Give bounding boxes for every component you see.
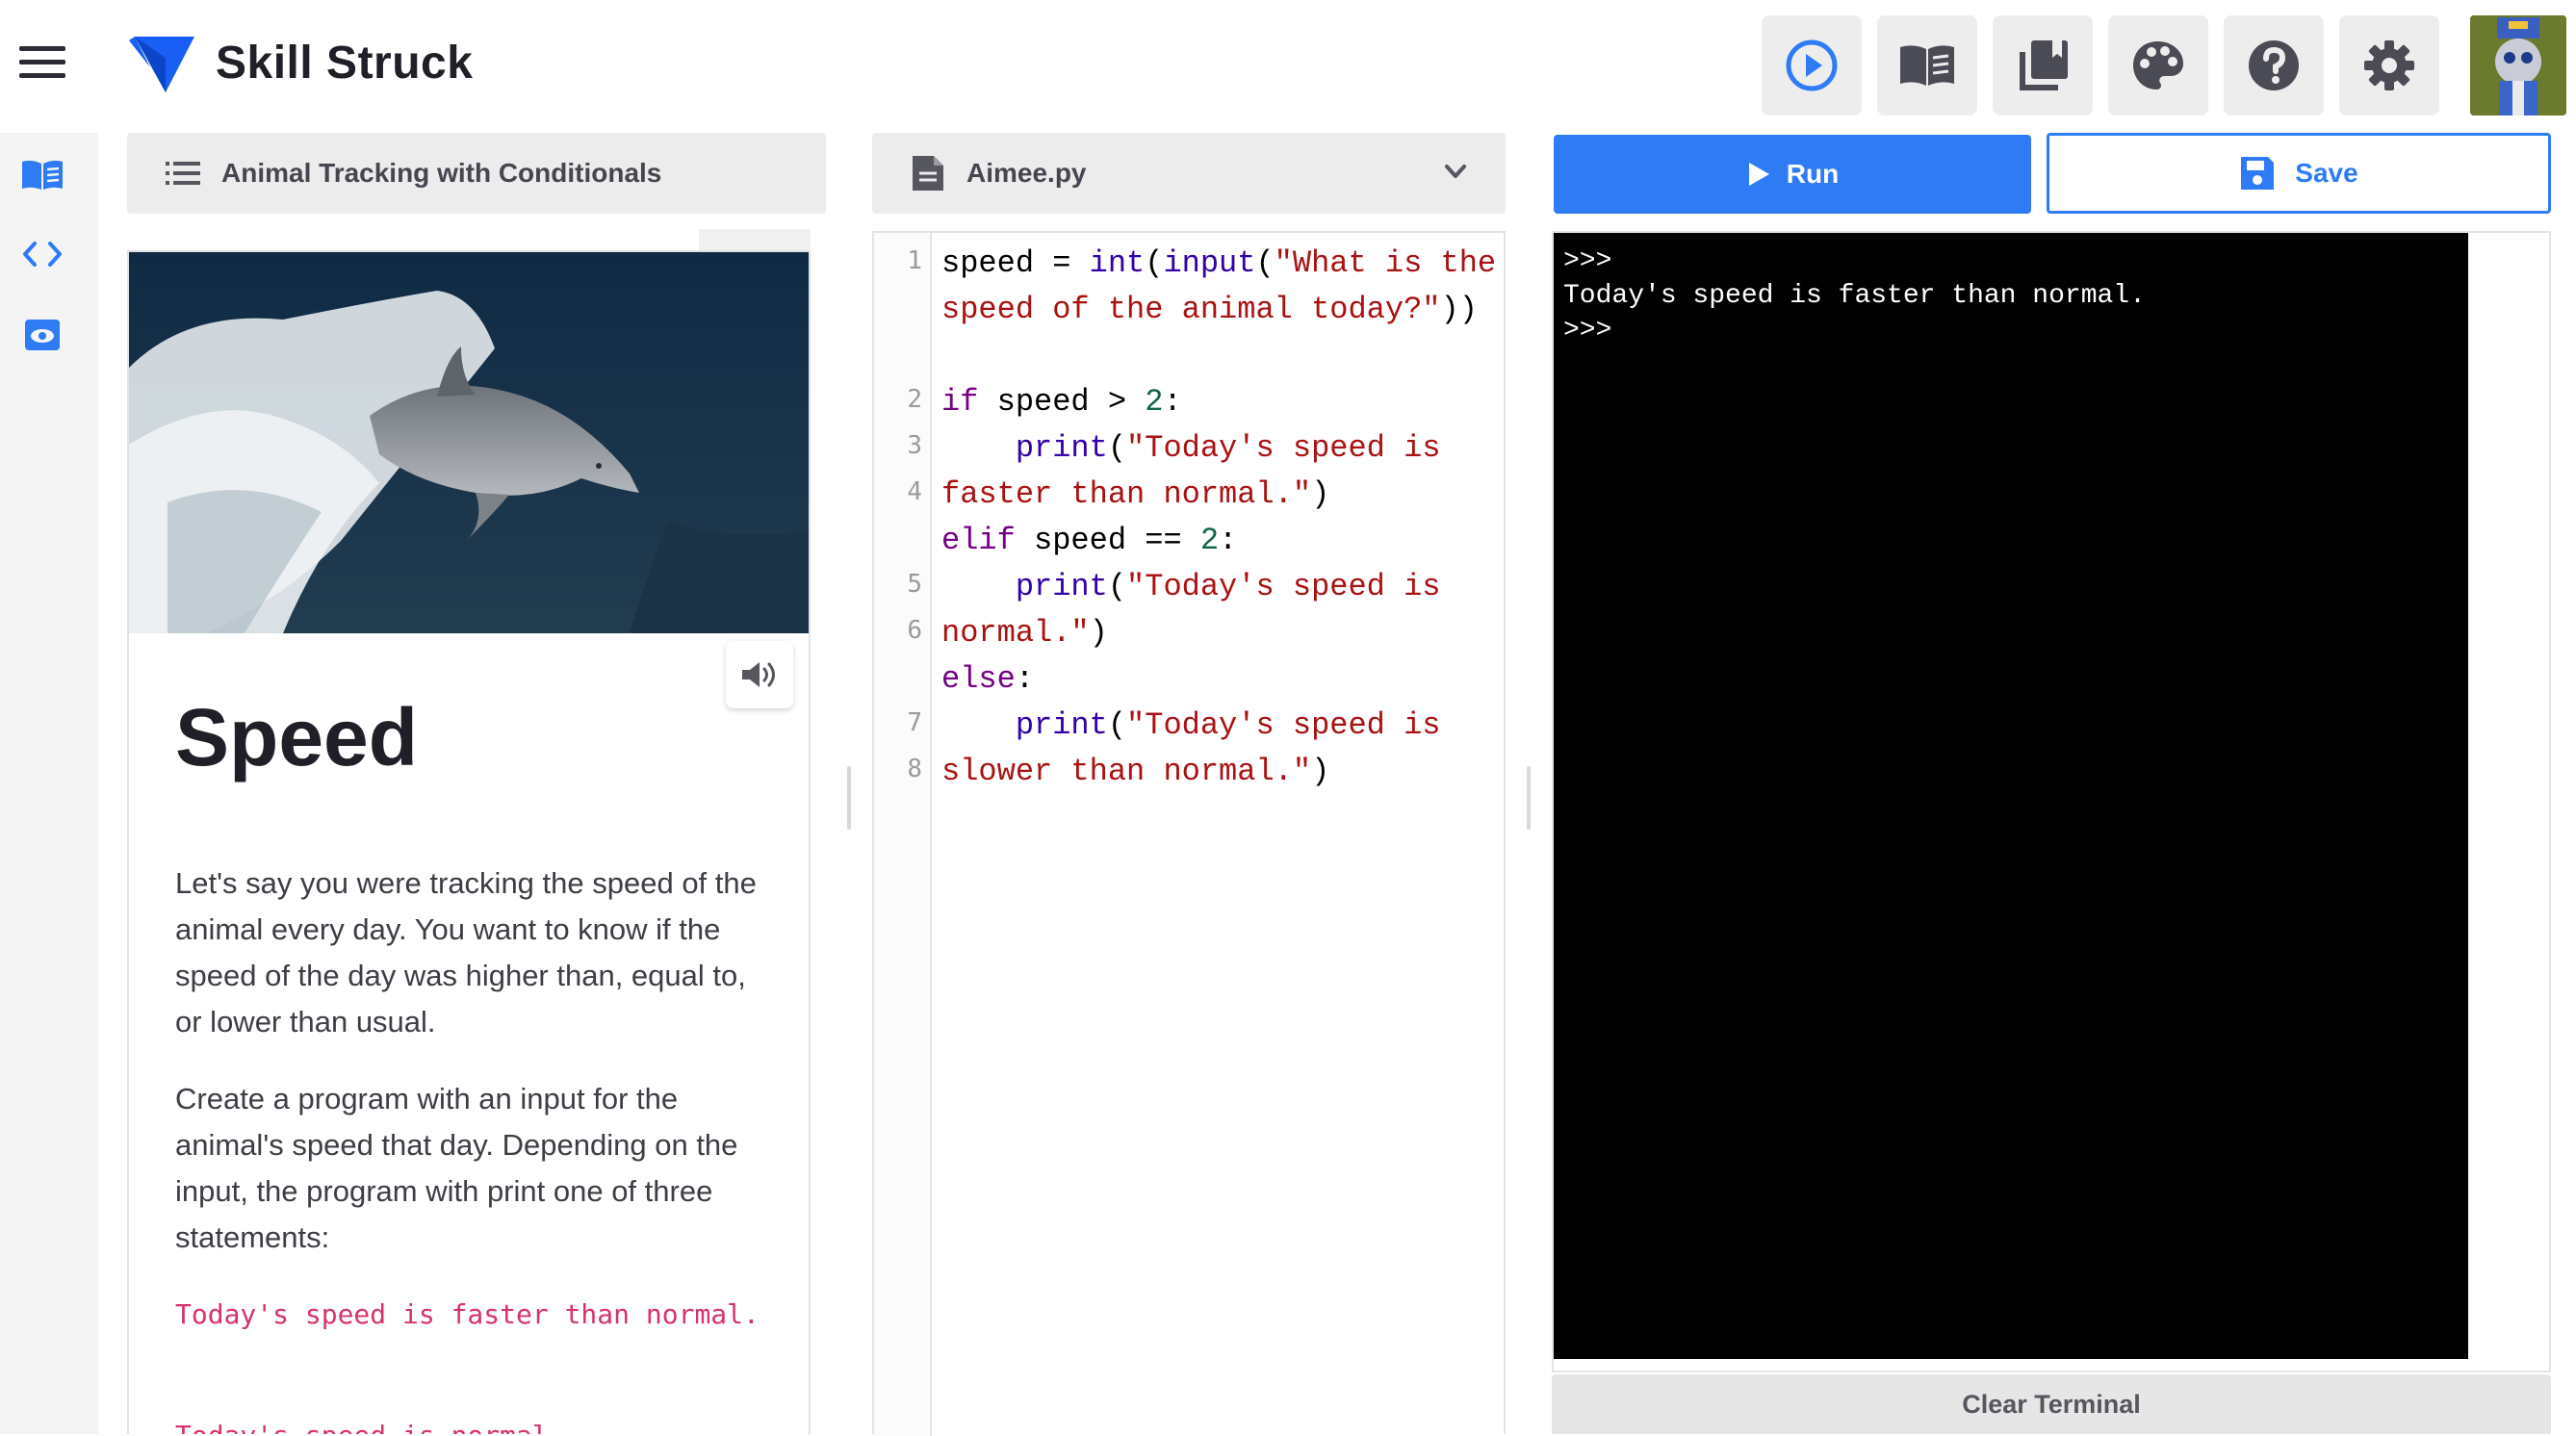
avatar[interactable]	[2470, 15, 2566, 115]
save-button[interactable]: Save	[2047, 133, 2551, 214]
list-icon	[166, 162, 200, 185]
chevron-down-icon	[1445, 165, 1466, 178]
run-button[interactable]: Run	[1554, 135, 2031, 214]
help-icon[interactable]	[2224, 15, 2324, 115]
save-label: Save	[2295, 158, 2358, 188]
code-line: elif speed == 2:	[941, 523, 1238, 558]
line-number: 2	[907, 385, 922, 414]
terminal-output[interactable]: >>> Today's speed is faster than normal.…	[1554, 233, 2468, 1359]
book-icon[interactable]	[19, 156, 65, 194]
file-name: Aimee.py	[966, 158, 1087, 188]
lesson-header[interactable]: Animal Tracking with Conditionals	[127, 133, 826, 214]
code-line: speed = int(input("What is the speed of …	[941, 245, 1515, 327]
skill-struck-logo	[129, 37, 194, 92]
book-stack-icon[interactable]	[1993, 15, 2093, 115]
run-label: Run	[1786, 159, 1840, 189]
eye-icon[interactable]	[19, 316, 65, 354]
line-number: 6	[907, 616, 922, 645]
file-icon	[913, 156, 943, 191]
open-book-icon[interactable]	[1877, 15, 1977, 115]
panel-resizer[interactable]	[1527, 766, 1531, 830]
speaker-icon[interactable]	[726, 641, 793, 708]
code-icon[interactable]	[19, 235, 65, 273]
code-line: print("Today's speed is normal.")	[941, 569, 1459, 651]
menu-icon[interactable]	[19, 46, 65, 87]
lesson-heading: Speed	[175, 692, 419, 782]
gear-icon[interactable]	[2339, 15, 2439, 115]
code-editor[interactable]: 1 2 3 4 5 6 7 8 speed = int(input("What …	[872, 231, 1506, 1436]
play-icon	[1748, 163, 1769, 186]
palette-icon[interactable]	[2108, 15, 2208, 115]
line-number: 8	[907, 755, 922, 783]
code-line: else:	[941, 661, 1035, 697]
file-selector[interactable]: Aimee.py	[872, 133, 1506, 214]
play-circle-icon[interactable]	[1762, 15, 1862, 115]
lesson-card: Speed Let's say you were tracking the sp…	[127, 250, 811, 1434]
line-gutter: 1 2 3 4 5 6 7 8	[874, 233, 932, 1436]
line-number: 3	[907, 431, 922, 460]
code-example: Today's speed is normal.	[175, 1413, 762, 1434]
code-line: print("Today's speed is faster than norm…	[941, 430, 1459, 512]
lesson-tab	[699, 229, 811, 250]
line-number: 7	[907, 708, 922, 737]
code-content[interactable]: speed = int(input("What is the speed of …	[941, 241, 1500, 795]
line-number: 4	[907, 477, 922, 506]
terminal-line: >>>	[1563, 246, 1612, 276]
brand-name: Skill Struck	[216, 38, 474, 89]
code-line: print("Today's speed is slower than norm…	[941, 707, 1459, 789]
lesson-paragraph: Let's say you were tracking the speed of…	[175, 866, 757, 1039]
save-icon	[2241, 157, 2275, 190]
dolphin-image	[129, 252, 809, 633]
terminal-line: >>>	[1563, 316, 1612, 346]
line-number: 5	[907, 570, 922, 599]
sidebar	[0, 133, 98, 1434]
lesson-title: Animal Tracking with Conditionals	[221, 158, 662, 188]
clear-terminal-button[interactable]: Clear Terminal	[1552, 1374, 2551, 1434]
lesson-paragraph: Create a program with an input for the a…	[175, 1082, 738, 1254]
code-line: if speed > 2:	[941, 384, 1182, 420]
line-number: 1	[907, 246, 922, 275]
terminal-line: Today's speed is faster than normal.	[1563, 281, 2146, 311]
panel-resizer[interactable]	[847, 766, 851, 830]
code-example: Today's speed is faster than normal.	[175, 1298, 760, 1330]
